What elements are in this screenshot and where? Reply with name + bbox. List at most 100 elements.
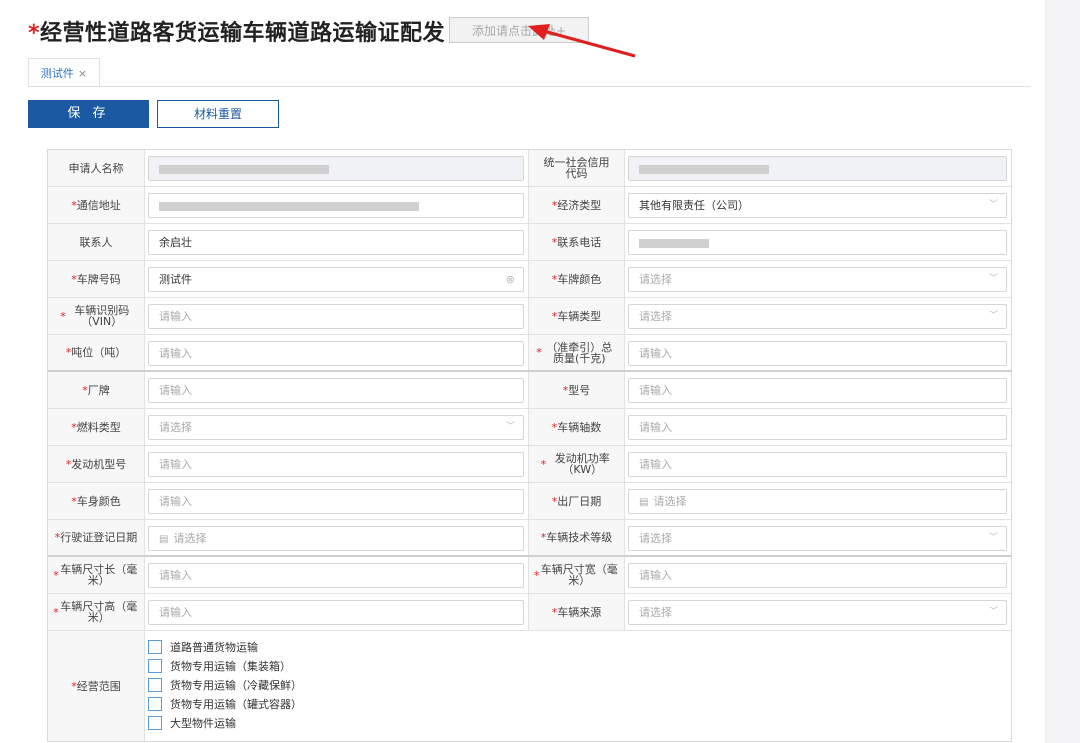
economy-type-label: * 经济类型	[528, 187, 625, 223]
vin-label: * 车辆识别码（VIN）	[48, 298, 145, 334]
address-field[interactable]	[148, 193, 524, 218]
vehicle-type-label: * 车辆类型	[528, 298, 625, 334]
width-label: * 车辆尺寸宽（毫米）	[528, 557, 625, 593]
total-mass-label: * （准牵引）总质量(千克)	[528, 335, 625, 370]
applicant-name-label: 申请人名称	[48, 150, 145, 186]
form-row: * 车辆识别码（VIN） 请输入 * 车辆类型 请选择 ﹀	[48, 298, 1011, 335]
required-mark: *	[28, 21, 41, 46]
form-row: * 燃料类型 请选择 ﹀ * 车辆轴数 请输入	[48, 409, 1011, 446]
scope-option[interactable]: 大型物件运输	[148, 713, 302, 732]
chevron-down-icon: ﹀	[988, 607, 998, 617]
form-row: * 车牌号码 测试件 ⊗ * 车牌颜色 请选择 ﹀	[48, 261, 1011, 298]
tonnage-label: * 吨位（吨）	[48, 335, 145, 370]
contact-label: 联系人	[48, 224, 145, 260]
engine-power-label: * 发动机功率（KW）	[528, 446, 625, 482]
contact-field[interactable]: 余启壮	[148, 230, 524, 255]
phone-field[interactable]	[628, 230, 1007, 255]
source-select[interactable]: 请选择 ﹀	[628, 600, 1007, 625]
form-row: 申请人名称 统一社会信用代码	[48, 150, 1011, 187]
tab-divider	[28, 86, 1031, 87]
scrollbar-area[interactable]	[1045, 0, 1080, 743]
form-row: * 车辆尺寸高（毫米） 请输入 * 车辆来源 请选择 ﹀	[48, 594, 1011, 631]
body-color-label: * 车身颜色	[48, 483, 145, 519]
plate-color-select[interactable]: 请选择 ﹀	[628, 267, 1007, 292]
checkbox[interactable]	[148, 658, 162, 673]
page-title-text: 经营性道路客货运输车辆道路运输证配发	[40, 21, 446, 46]
checkbox[interactable]	[148, 696, 162, 711]
source-label: * 车辆来源	[528, 594, 625, 630]
vehicle-type-select[interactable]: 请选择 ﹀	[628, 304, 1007, 329]
save-button[interactable]: 保 存	[28, 100, 149, 128]
page-title: *经营性道路客货运输车辆道路运输证配发	[28, 15, 445, 47]
clear-circle-icon[interactable]: ⊗	[506, 268, 515, 291]
checkbox[interactable]	[148, 677, 162, 692]
license-reg-date-label: * 行驶证登记日期	[48, 520, 145, 555]
form-row: * 通信地址 * 经济类型 其他有限责任（公司） ﹀	[48, 187, 1011, 224]
scope-option[interactable]: 道路普通货物运输	[148, 637, 302, 656]
calendar-icon: ▤	[639, 497, 649, 508]
annotation-arrow-icon	[528, 24, 636, 58]
tech-level-label: * 车辆技术等级	[528, 520, 625, 555]
model-field[interactable]: 请输入	[628, 378, 1007, 403]
tech-level-select[interactable]: 请选择 ﹀	[628, 526, 1007, 551]
calendar-icon: ▤	[159, 534, 169, 545]
scope-option[interactable]: 货物专用运输（集装箱）	[148, 656, 302, 675]
chevron-down-icon: ﹀	[505, 422, 515, 432]
form-row: * 吨位（吨） 请输入 * （准牵引）总质量(千克) 请输入	[48, 335, 1011, 372]
business-scope-row: * 经营范围 道路普通货物运输 货物专用运输（集装箱） 货物专用运输（冷藏保鲜） …	[48, 631, 1011, 741]
brand-field[interactable]: 请输入	[148, 378, 524, 403]
body-color-field[interactable]: 请输入	[148, 489, 524, 514]
total-mass-field[interactable]: 请输入	[628, 341, 1007, 366]
form-row: * 行驶证登记日期 ▤ 请选择 * 车辆技术等级 请选择 ﹀	[48, 520, 1011, 557]
factory-date-picker[interactable]: ▤ 请选择	[628, 489, 1007, 514]
scope-checkbox-group: 道路普通货物运输 货物专用运输（集装箱） 货物专用运输（冷藏保鲜） 货物专用运输…	[148, 637, 302, 732]
engine-power-field[interactable]: 请输入	[628, 452, 1007, 477]
axles-label: * 车辆轴数	[528, 409, 625, 445]
form-row: * 车身颜色 请输入 * 出厂日期 ▤ 请选择	[48, 483, 1011, 520]
credit-code-label: 统一社会信用代码	[528, 150, 625, 186]
vehicle-form: 申请人名称 统一社会信用代码 * 通信地址 * 经济类型 其他有限责任（公司） ﹀ 联…	[47, 149, 1012, 742]
reset-materials-button[interactable]: 材料重置	[157, 100, 279, 128]
close-icon[interactable]: ×	[78, 67, 87, 80]
checkbox[interactable]	[148, 715, 162, 730]
engine-model-label: * 发动机型号	[48, 446, 145, 482]
chevron-down-icon: ﹀	[988, 533, 998, 543]
height-field[interactable]: 请输入	[148, 600, 524, 625]
fuel-select[interactable]: 请选择 ﹀	[148, 415, 524, 440]
plate-no-field[interactable]: 测试件 ⊗	[148, 267, 524, 292]
scope-option[interactable]: 货物专用运输（冷藏保鲜）	[148, 675, 302, 694]
width-field[interactable]: 请输入	[628, 563, 1007, 588]
checkbox[interactable]	[148, 639, 162, 654]
plate-no-label: * 车牌号码	[48, 261, 145, 297]
chevron-down-icon: ﹀	[988, 311, 998, 321]
scope-option[interactable]: 货物专用运输（罐式容器）	[148, 694, 302, 713]
length-field[interactable]: 请输入	[148, 563, 524, 588]
form-row: * 发动机型号 请输入 * 发动机功率（KW） 请输入	[48, 446, 1011, 483]
factory-date-label: * 出厂日期	[528, 483, 625, 519]
axles-field[interactable]: 请输入	[628, 415, 1007, 440]
page: *经营性道路客货运输车辆道路运输证配发 添加请点击此处+ 测试件 × 保 存 材料…	[0, 0, 1045, 743]
chevron-down-icon: ﹀	[988, 200, 998, 210]
form-row: * 厂牌 请输入 * 型号 请输入	[48, 372, 1011, 409]
address-label: * 通信地址	[48, 187, 145, 223]
applicant-name-field[interactable]	[148, 156, 524, 181]
fuel-label: * 燃料类型	[48, 409, 145, 445]
economy-type-select[interactable]: 其他有限责任（公司） ﹀	[628, 193, 1007, 218]
model-label: * 型号	[528, 372, 625, 408]
plate-color-label: * 车牌颜色	[528, 261, 625, 297]
vin-field[interactable]: 请输入	[148, 304, 524, 329]
brand-label: * 厂牌	[48, 372, 145, 408]
engine-model-field[interactable]: 请输入	[148, 452, 524, 477]
credit-code-field[interactable]	[628, 156, 1007, 181]
phone-label: * 联系电话	[528, 224, 625, 260]
tab-test[interactable]: 测试件 ×	[28, 58, 100, 87]
length-label: * 车辆尺寸长（毫米）	[48, 557, 145, 593]
chevron-down-icon: ﹀	[988, 274, 998, 284]
height-label: * 车辆尺寸高（毫米）	[48, 594, 145, 630]
tab-label: 测试件	[40, 67, 74, 80]
tonnage-field[interactable]: 请输入	[148, 341, 524, 366]
license-reg-date-picker[interactable]: ▤ 请选择	[148, 526, 524, 551]
scope-label: * 经营范围	[48, 631, 145, 741]
form-row: 联系人 余启壮 * 联系电话	[48, 224, 1011, 261]
form-row: * 车辆尺寸长（毫米） 请输入 * 车辆尺寸宽（毫米） 请输入	[48, 557, 1011, 594]
